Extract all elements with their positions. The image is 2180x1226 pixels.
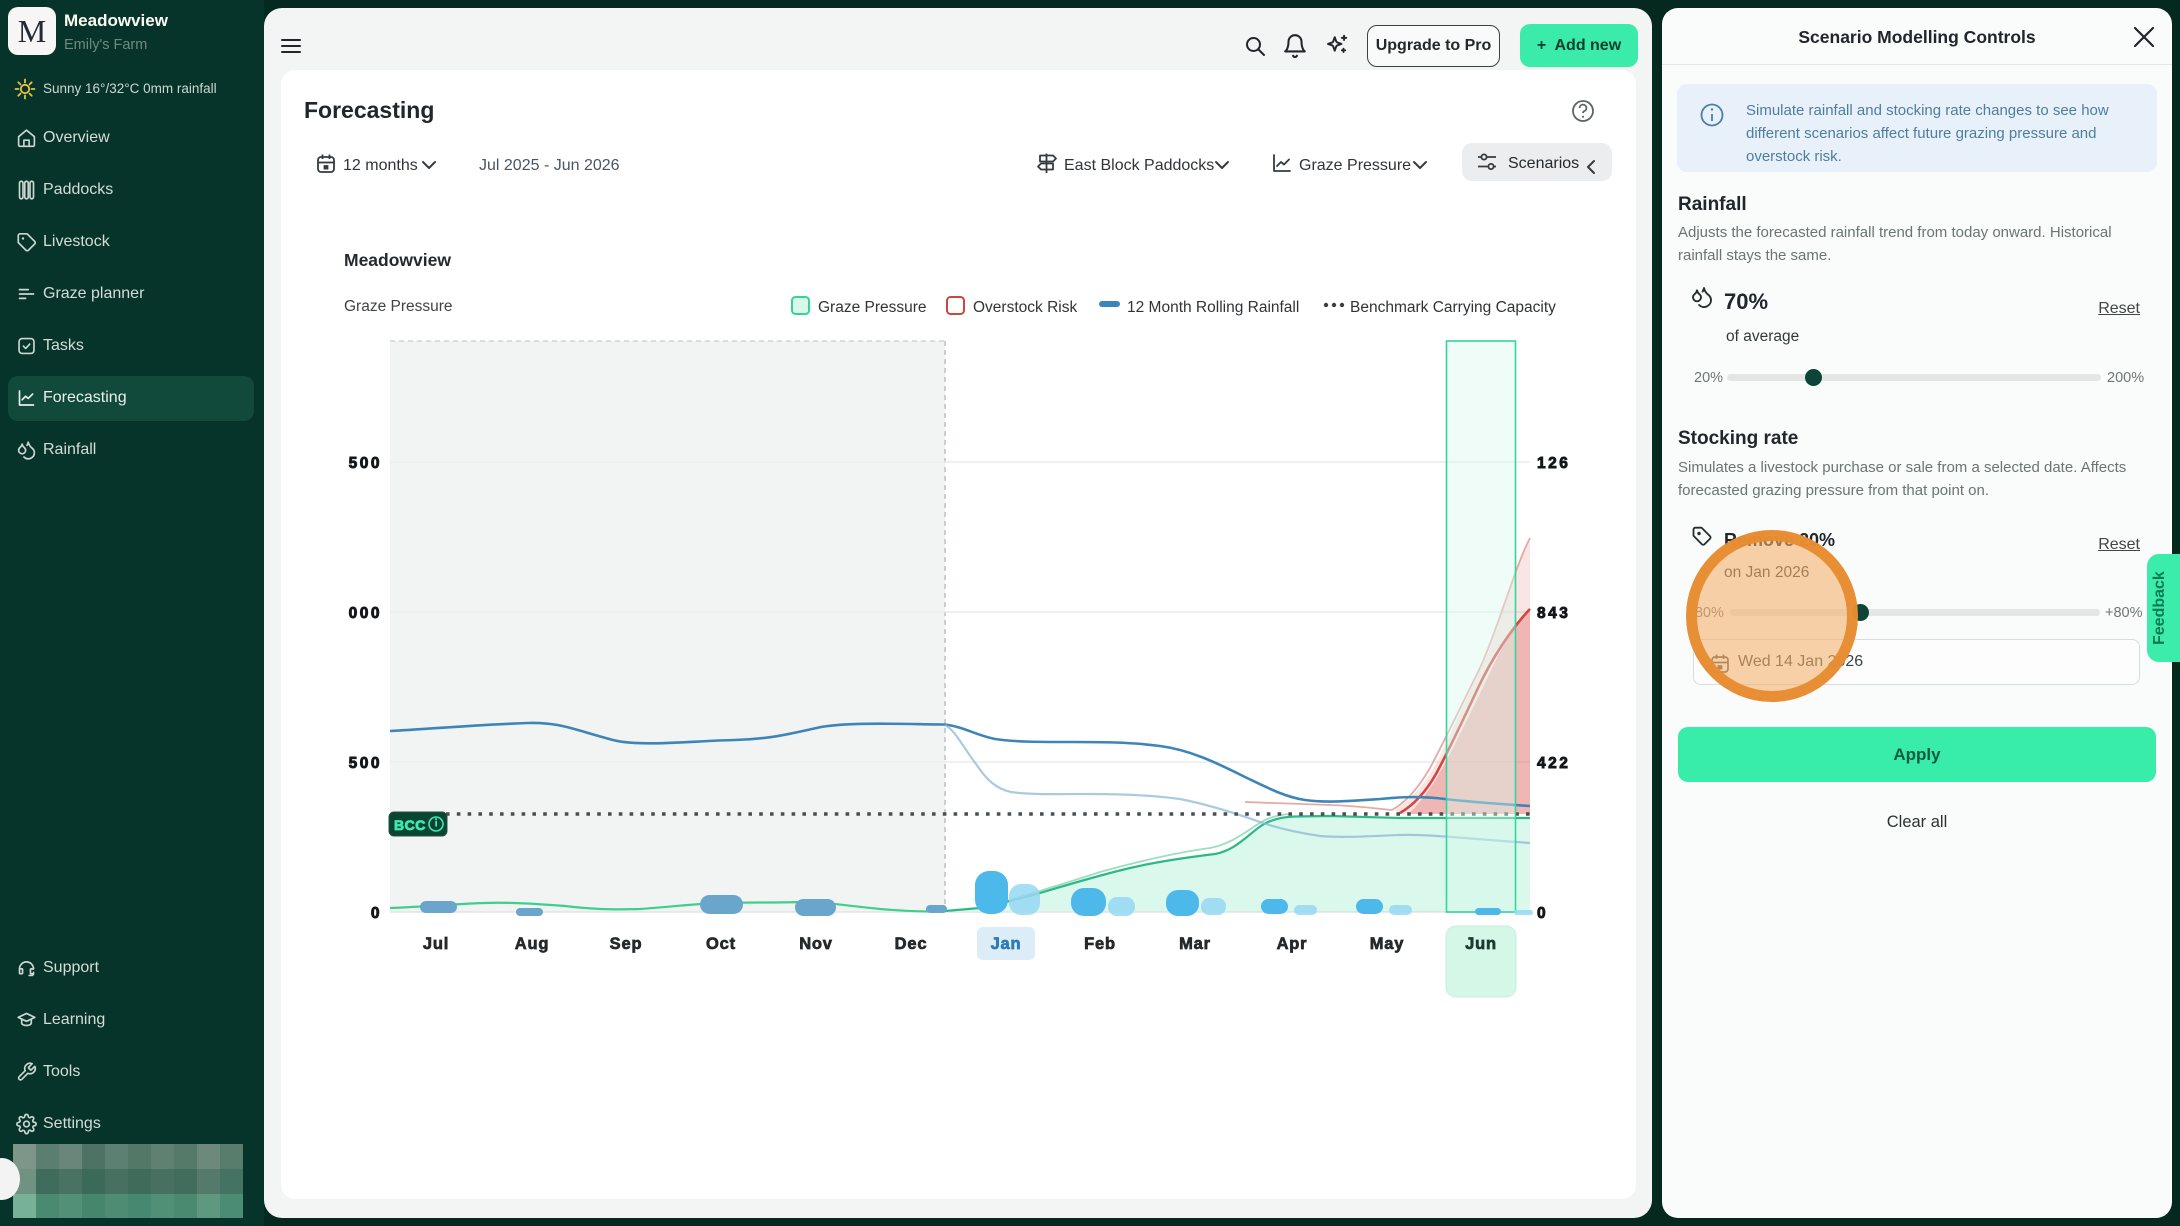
svg-text:843: 843 [1537,605,1570,622]
svg-text:000: 000 [349,605,382,622]
svg-text:Aug: Aug [515,935,549,953]
svg-text:0: 0 [371,905,382,922]
svg-text:Oct: Oct [706,935,736,953]
svg-text:Jul: Jul [423,935,449,953]
svg-text:12 Month Rolling Rainfall: 12 Month Rolling Rainfall [1127,299,1299,316]
svg-text:BCC: BCC [394,817,426,833]
svg-text:Graze Pressure: Graze Pressure [818,299,927,316]
svg-text:Nov: Nov [799,935,833,953]
svg-text:Jan: Jan [991,935,1022,953]
svg-text:12 months: 12 months [343,157,418,174]
svg-text:Jun: Jun [1465,935,1497,953]
svg-text:Graze Pressure: Graze Pressure [1299,157,1411,174]
svg-text:Overstock Risk: Overstock Risk [973,299,1077,316]
svg-text:May: May [1370,935,1405,953]
svg-text:Apr: Apr [1277,935,1308,953]
svg-text:Benchmark Carrying Capacity: Benchmark Carrying Capacity [1350,299,1556,316]
svg-text:Jul 2025 - Jun 2026: Jul 2025 - Jun 2026 [479,157,620,174]
svg-text:422: 422 [1537,755,1570,772]
svg-text:Scenarios: Scenarios [1508,155,1579,172]
svg-text:500: 500 [349,755,382,772]
svg-text:Feb: Feb [1084,935,1116,953]
svg-text:Graze Pressure: Graze Pressure [344,298,453,315]
svg-text:Meadowview: Meadowview [344,250,451,270]
svg-text:Mar: Mar [1179,935,1211,953]
svg-text:500: 500 [349,455,382,472]
svg-text:Sep: Sep [610,935,643,953]
svg-text:126: 126 [1537,455,1570,472]
svg-text:0: 0 [1537,905,1548,922]
svg-text:East Block Paddocks: East Block Paddocks [1064,157,1214,174]
svg-text:Dec: Dec [895,935,928,953]
